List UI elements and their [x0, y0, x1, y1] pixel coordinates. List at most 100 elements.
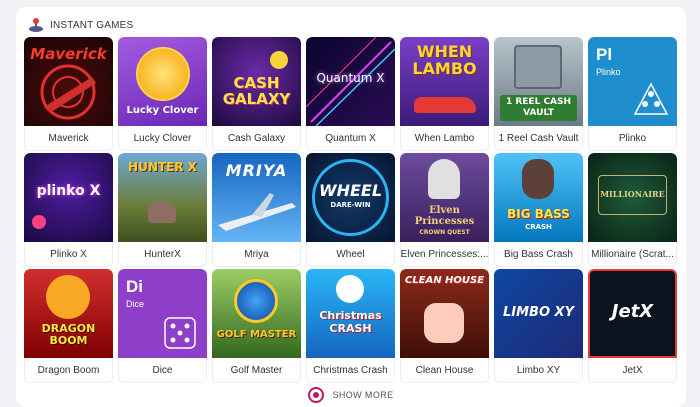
dice-icon — [164, 317, 196, 349]
game-art-title: LIMBO XY — [503, 305, 574, 320]
game-thumb: Di Dice — [118, 269, 207, 358]
game-name: Dice — [152, 365, 173, 376]
vault-safe-icon — [514, 45, 562, 89]
game-card-plinko-x[interactable]: plinko X Plinko X — [24, 153, 113, 267]
duck-icon — [148, 201, 176, 223]
plinko-pyramid-icon — [633, 82, 669, 115]
game-art-title: CLEAN HOUSE — [404, 275, 485, 286]
game-thumb: Lucky Clover — [118, 37, 207, 126]
game-art-title: WHEEL — [318, 181, 383, 200]
game-card-golf-master[interactable]: GOLF MASTER Golf Master — [212, 269, 301, 383]
game-art-subtitle: CROWN QUEST — [419, 229, 470, 236]
game-thumb: MILLIONAIRE — [588, 153, 677, 242]
game-art-title: BIG BASS — [507, 207, 570, 221]
dragon-head-icon — [46, 275, 90, 319]
game-card-big-bass-crash[interactable]: BIG BASS CRASH Big Bass Crash — [494, 153, 583, 267]
game-art-title: HUNTER X — [128, 160, 197, 174]
snowman-icon — [336, 275, 364, 303]
planet-icon — [270, 51, 288, 69]
game-name: Plinko — [618, 133, 647, 144]
game-art-abbrev: Di — [126, 277, 143, 296]
game-thumb: LIMBO XY — [494, 269, 583, 358]
game-art-title: CASH GALAXY — [222, 74, 291, 108]
game-name: Christmas Crash — [313, 365, 388, 376]
game-card-when-lambo[interactable]: WHEN LAMBO When Lambo — [400, 37, 489, 151]
game-name: Golf Master — [230, 365, 283, 376]
clover-coin-icon — [136, 47, 190, 101]
game-card-jetx[interactable]: JetX JetX — [588, 269, 677, 383]
game-name: JetX — [622, 365, 643, 376]
game-card-dice[interactable]: Di Dice Dice — [118, 269, 207, 383]
game-card-clean-house[interactable]: CLEAN HOUSE Clean House — [400, 269, 489, 383]
instant-games-panel: INSTANT GAMES Maverick Maverick Lucky Cl… — [16, 7, 686, 407]
game-name: HunterX — [144, 249, 181, 260]
game-name: Wheel — [336, 249, 365, 260]
game-art-abbrev: Pl — [596, 45, 613, 64]
game-name: Cash Galaxy — [227, 133, 286, 144]
game-thumb: Pl Plinko — [588, 37, 677, 126]
game-name: Maverick — [48, 133, 89, 144]
casino-chip-icon — [308, 387, 325, 403]
game-thumb: HUNTER X — [118, 153, 207, 242]
game-art-label: Dice — [126, 299, 145, 309]
game-thumb: Quantum X — [306, 37, 395, 126]
game-card-elven-princesses[interactable]: Elven Princesses CROWN QUEST Elven Princ… — [400, 153, 489, 267]
airplane-icon — [218, 193, 296, 231]
game-art-title: JetX — [611, 301, 654, 322]
game-thumb: plinko X — [24, 153, 113, 242]
game-name: Millionaire (Scrat... — [591, 249, 674, 260]
show-more-bar[interactable]: SHOW MORE — [16, 387, 686, 403]
ball-icon — [32, 215, 46, 229]
game-art-title: MILLIONAIRE — [600, 189, 665, 199]
game-card-maverick[interactable]: Maverick Maverick — [24, 37, 113, 151]
game-thumb: BIG BASS CRASH — [494, 153, 583, 242]
show-more-button[interactable]: SHOW MORE — [332, 390, 393, 400]
golf-globe-icon — [234, 279, 278, 323]
game-thumb: WHEN LAMBO — [400, 37, 489, 126]
game-thumb: JetX — [588, 269, 677, 358]
joystick-icon — [29, 18, 43, 32]
game-name: Elven Princesses:... — [400, 249, 489, 260]
game-art-title: GOLF MASTER — [216, 329, 297, 340]
game-name: Big Bass Crash — [504, 249, 573, 260]
game-name: Quantum X — [325, 133, 376, 144]
game-thumb: DRAGON BOOM — [24, 269, 113, 358]
fisherman-icon — [522, 159, 554, 199]
game-card-limbo-xy[interactable]: LIMBO XY Limbo XY — [494, 269, 583, 383]
game-thumb: Maverick — [24, 37, 113, 126]
game-thumb: 1 REEL CASH VAULT — [494, 37, 583, 126]
games-grid: Maverick Maverick Lucky Clover Lucky Clo… — [24, 37, 677, 383]
sports-car-icon — [414, 97, 476, 113]
game-name: Lucky Clover — [133, 133, 192, 144]
game-card-mriya[interactable]: MRIYA Mriya — [212, 153, 301, 267]
game-card-plinko[interactable]: Pl Plinko Plinko — [588, 37, 677, 151]
game-card-lucky-clover[interactable]: Lucky Clover Lucky Clover — [118, 37, 207, 151]
game-art-title: DRAGON BOOM — [41, 322, 96, 347]
game-name: Dragon Boom — [37, 365, 100, 376]
game-art-title: Maverick — [30, 45, 107, 63]
game-thumb: MRIYA — [212, 153, 301, 242]
game-card-1-reel-cash-vault[interactable]: 1 REEL CASH VAULT 1 Reel Cash Vault — [494, 37, 583, 151]
game-art-title: plinko X — [36, 183, 101, 199]
game-art-title: 1 REEL CASH VAULT — [500, 95, 577, 121]
game-name: Plinko X — [50, 249, 87, 260]
section-header: INSTANT GAMES — [28, 15, 133, 35]
game-name: Clean House — [415, 365, 474, 376]
game-art-label: Plinko — [596, 67, 621, 77]
fist-icon — [424, 303, 464, 343]
game-art-subtitle: CRASH — [525, 223, 552, 231]
game-thumb: Christmas CRASH — [306, 269, 395, 358]
game-art-title: Lucky Clover — [126, 105, 199, 116]
game-card-millionaire[interactable]: MILLIONAIRE Millionaire (Scrat... — [588, 153, 677, 267]
game-name: 1 Reel Cash Vault — [498, 133, 579, 144]
game-card-hunterx[interactable]: HUNTER X HunterX — [118, 153, 207, 267]
princess-figure-icon — [428, 159, 460, 199]
game-card-quantum-x[interactable]: Quantum X Quantum X — [306, 37, 395, 151]
game-card-cash-galaxy[interactable]: CASH GALAXY Cash Galaxy — [212, 37, 301, 151]
game-card-dragon-boom[interactable]: DRAGON BOOM Dragon Boom — [24, 269, 113, 383]
game-card-christmas-crash[interactable]: Christmas CRASH Christmas Crash — [306, 269, 395, 383]
game-thumb: WHEEL DARE-WIN — [306, 153, 395, 242]
game-card-wheel[interactable]: WHEEL DARE-WIN Wheel — [306, 153, 395, 267]
game-art-subtitle: DARE-WIN — [330, 201, 371, 209]
game-thumb: GOLF MASTER — [212, 269, 301, 358]
